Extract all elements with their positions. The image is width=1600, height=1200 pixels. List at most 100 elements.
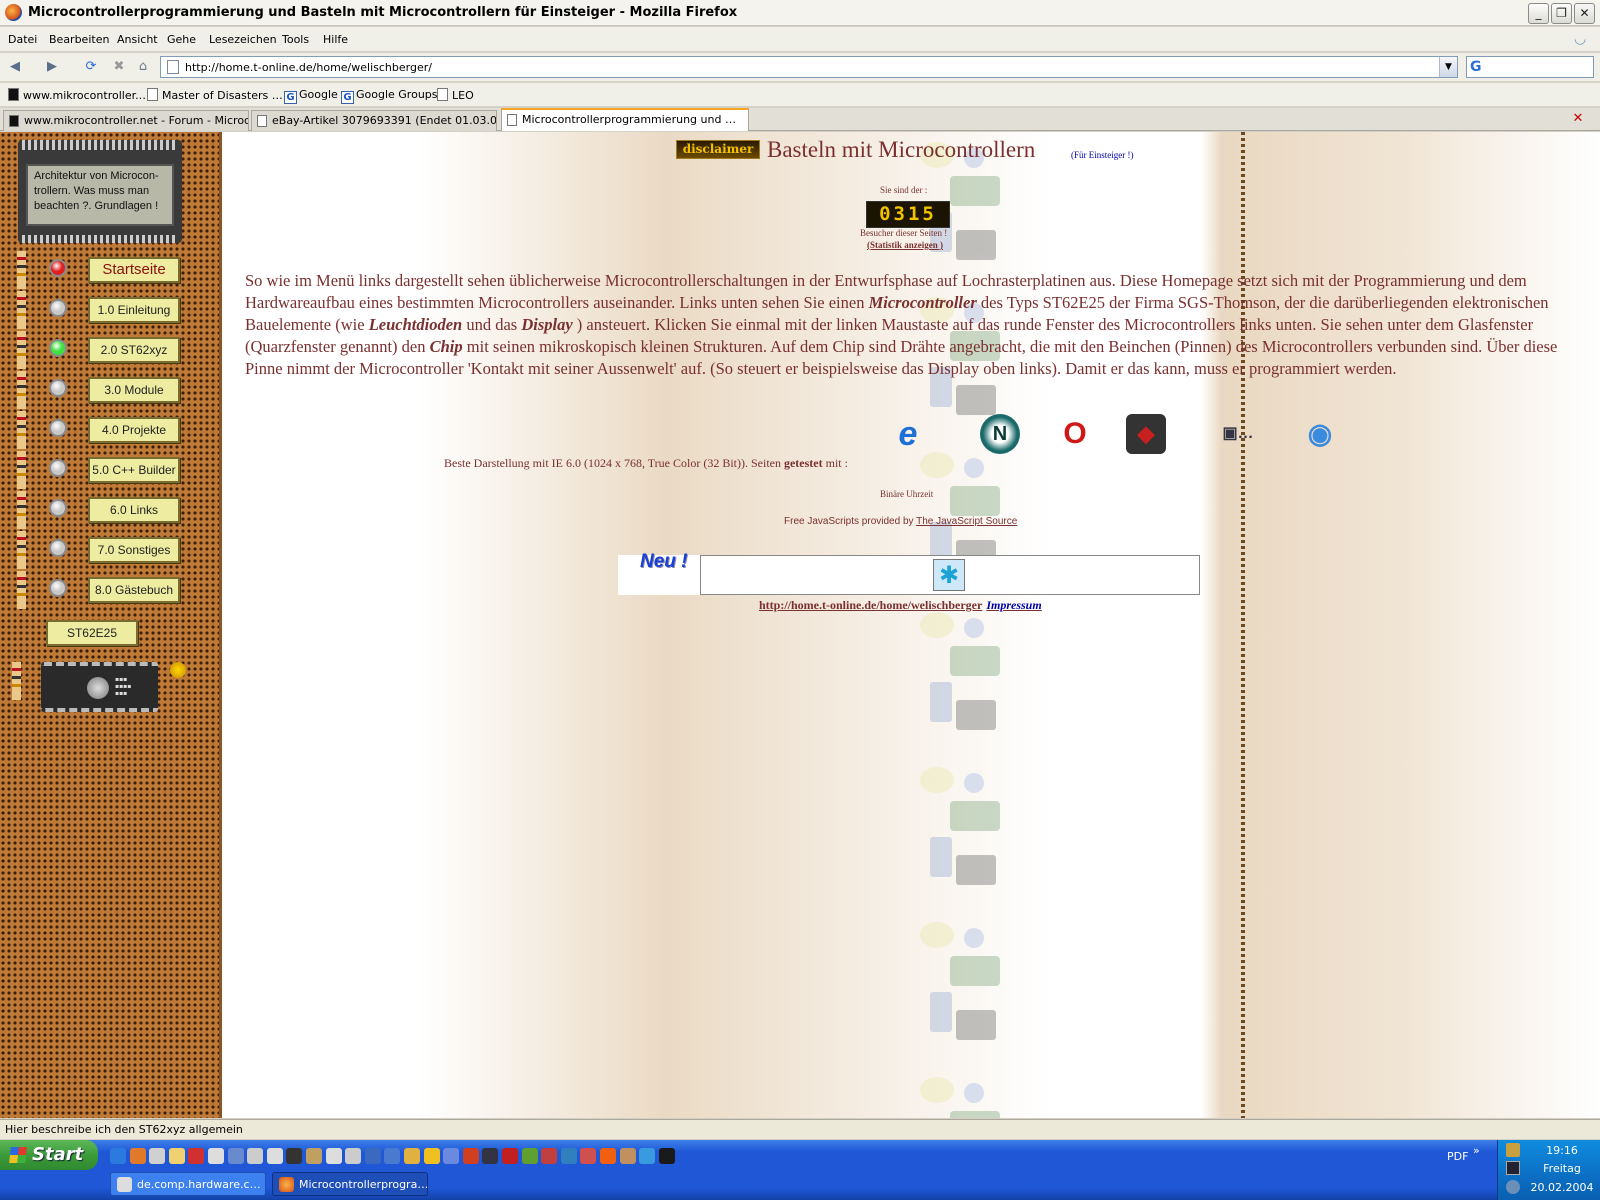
quick-launch-icon[interactable] bbox=[208, 1148, 224, 1164]
opera-icon[interactable]: O bbox=[1055, 414, 1095, 454]
task-button-active[interactable]: Microcontrollerprogra… bbox=[272, 1172, 428, 1196]
quick-launch-icon[interactable] bbox=[541, 1148, 558, 1164]
quick-launch-icon[interactable] bbox=[619, 1148, 636, 1164]
stop-icon[interactable]: ✖ bbox=[108, 57, 130, 77]
menu-gehe[interactable]: Gehe bbox=[167, 33, 196, 46]
sidebar-item-links[interactable]: 6.0 Links bbox=[88, 497, 180, 523]
tray-network-icon[interactable] bbox=[1506, 1180, 1520, 1194]
quick-launch-icon[interactable] bbox=[600, 1148, 616, 1164]
konqueror-icon[interactable]: ◉ bbox=[1300, 414, 1340, 454]
menu-tools[interactable]: Tools bbox=[282, 33, 309, 46]
misc-browser-icon[interactable]: ▣… bbox=[1218, 414, 1258, 454]
chevron-down-icon[interactable]: ▼ bbox=[1439, 57, 1457, 77]
footer-link[interactable]: http://home.t-online.de/home/welischberg… bbox=[759, 598, 1042, 613]
javascript-source-link[interactable]: The JavaScript Source bbox=[916, 516, 1017, 527]
sidebar-item-sonstiges[interactable]: 7.0 Sonstiges bbox=[88, 537, 180, 563]
statistics-link[interactable]: (Statistik anzeigen ) bbox=[867, 240, 943, 250]
quick-launch-icon[interactable] bbox=[443, 1148, 460, 1164]
reload-icon[interactable]: ⟳ bbox=[80, 57, 102, 77]
ie-icon[interactable]: e bbox=[888, 414, 928, 454]
chevron-right-icon[interactable]: » bbox=[1473, 1144, 1480, 1157]
sidebar-item-module[interactable]: 3.0 Module bbox=[88, 377, 180, 403]
quick-launch-icon[interactable] bbox=[110, 1148, 126, 1164]
bookmark-item[interactable]: G Google bbox=[284, 88, 338, 104]
quick-launch-icon[interactable] bbox=[502, 1148, 518, 1164]
quick-launch-icon[interactable] bbox=[384, 1148, 401, 1164]
quick-launch-icon[interactable] bbox=[364, 1148, 381, 1164]
quick-launch-icon[interactable] bbox=[325, 1148, 342, 1164]
plugin-puzzle-icon[interactable]: ✱ bbox=[933, 559, 965, 591]
quick-launch-icon[interactable] bbox=[168, 1148, 185, 1164]
quick-launch-icon[interactable] bbox=[247, 1148, 264, 1164]
sidebar-item-cpp-builder[interactable]: 5.0 C++ Builder bbox=[88, 457, 180, 483]
tray-app-icon[interactable] bbox=[1506, 1143, 1520, 1157]
pdf-toolbar-label[interactable]: PDF bbox=[1447, 1150, 1468, 1163]
quick-launch-icon[interactable] bbox=[423, 1148, 440, 1164]
home-icon[interactable]: ⌂ bbox=[132, 57, 154, 77]
bookmark-item[interactable]: Master of Disasters … bbox=[147, 88, 283, 102]
quick-launch-icon[interactable] bbox=[658, 1148, 675, 1164]
menu-datei[interactable]: Datei bbox=[8, 33, 37, 46]
quick-launch-icon[interactable] bbox=[306, 1148, 322, 1164]
clock-date[interactable]: 20.02.2004 bbox=[1526, 1181, 1598, 1194]
sidebar-item-st62xyz[interactable]: 2.0 ST62xyz bbox=[88, 337, 180, 363]
address-bar[interactable]: http://home.t-online.de/home/welischberg… bbox=[160, 56, 1458, 78]
address-url[interactable]: http://home.t-online.de/home/welischberg… bbox=[185, 61, 432, 74]
sidebar-item-projekte[interactable]: 4.0 Projekte bbox=[88, 417, 180, 443]
resistor-icon bbox=[17, 571, 26, 609]
quartz-window-icon[interactable] bbox=[87, 677, 109, 699]
quick-launch-icon[interactable] bbox=[560, 1148, 577, 1164]
menu-bearbeiten[interactable]: Bearbeiten bbox=[49, 33, 109, 46]
news-box: ✱ bbox=[700, 555, 1200, 595]
maximize-button[interactable]: ❐ bbox=[1551, 3, 1572, 24]
clock-time[interactable]: 19:16 bbox=[1526, 1144, 1598, 1157]
page-icon bbox=[437, 88, 448, 101]
resistor-icon bbox=[17, 411, 26, 449]
bookmark-item[interactable]: www.mikrocontroller.… bbox=[8, 88, 150, 102]
sidebar-item-startseite[interactable]: Startseite bbox=[88, 257, 180, 283]
tab-ebay[interactable]: eBay-Artikel 3079693391 (Endet 01.03.04 … bbox=[251, 110, 497, 131]
quick-launch-icon[interactable] bbox=[462, 1148, 479, 1164]
visitor-label: Sie sind der : bbox=[880, 185, 928, 195]
microcontroller-chip[interactable]: ▪▪▪ ▪▪▪▪ ▪▪▪ bbox=[41, 662, 158, 712]
quick-launch-icon[interactable] bbox=[149, 1148, 166, 1164]
quick-launch-icon[interactable] bbox=[286, 1148, 303, 1164]
tray-device-icon[interactable] bbox=[1506, 1161, 1520, 1175]
close-tab-icon[interactable]: ✕ bbox=[1570, 111, 1586, 127]
start-button[interactable]: Start bbox=[0, 1140, 98, 1170]
menu-hilfe[interactable]: Hilfe bbox=[323, 33, 348, 46]
quick-launch-icon[interactable] bbox=[580, 1148, 597, 1164]
sidebar-item-einleitung[interactable]: 1.0 Einleitung bbox=[88, 297, 180, 323]
sidebar-item-gaestebuch[interactable]: 8.0 Gästebuch bbox=[88, 577, 180, 603]
quick-launch-icon[interactable] bbox=[345, 1148, 362, 1164]
tab-active-page[interactable]: Microcontrollerprogrammierung und … bbox=[501, 108, 749, 131]
impressum-link[interactable]: Impressum bbox=[986, 598, 1041, 612]
quick-launch-icon[interactable] bbox=[482, 1148, 499, 1164]
tab-mikrocontroller-forum[interactable]: www.mikrocontroller.net - Forum - Microc… bbox=[3, 110, 249, 131]
bookmark-item[interactable]: G Google Groups bbox=[341, 88, 438, 104]
quick-launch-icon[interactable] bbox=[639, 1148, 656, 1164]
google-search-icon[interactable]: G bbox=[1470, 59, 1482, 75]
page-icon bbox=[167, 60, 179, 74]
back-icon[interactable]: ◀ bbox=[4, 57, 26, 77]
forward-icon[interactable]: ▶ bbox=[41, 57, 63, 77]
search-box[interactable]: G bbox=[1466, 56, 1594, 78]
disclaimer-button[interactable]: disclaimer bbox=[676, 140, 760, 159]
bookmark-item[interactable]: LEO bbox=[437, 88, 474, 102]
quick-launch-icon[interactable] bbox=[188, 1148, 205, 1164]
clock-day[interactable]: Freitag bbox=[1526, 1162, 1598, 1175]
menu-lesezeichen[interactable]: Lesezeichen bbox=[209, 33, 277, 46]
task-button[interactable]: de.comp.hardware.c… bbox=[110, 1172, 266, 1196]
minimize-button[interactable]: _ bbox=[1528, 3, 1549, 24]
quick-launch-icon[interactable] bbox=[266, 1148, 283, 1164]
mozilla-icon[interactable]: ◆ bbox=[1126, 414, 1166, 454]
close-button[interactable]: ✕ bbox=[1574, 3, 1595, 24]
menu-ansicht[interactable]: Ansicht bbox=[117, 33, 158, 46]
netscape-icon[interactable]: N bbox=[980, 414, 1020, 454]
quick-launch-icon[interactable] bbox=[404, 1148, 420, 1164]
led-icon bbox=[49, 499, 67, 517]
quick-launch-icon[interactable] bbox=[227, 1148, 244, 1164]
quick-launch-icon[interactable] bbox=[129, 1148, 146, 1164]
quick-launch-icon[interactable] bbox=[521, 1148, 538, 1164]
st62e25-button[interactable]: ST62E25 bbox=[46, 620, 138, 646]
